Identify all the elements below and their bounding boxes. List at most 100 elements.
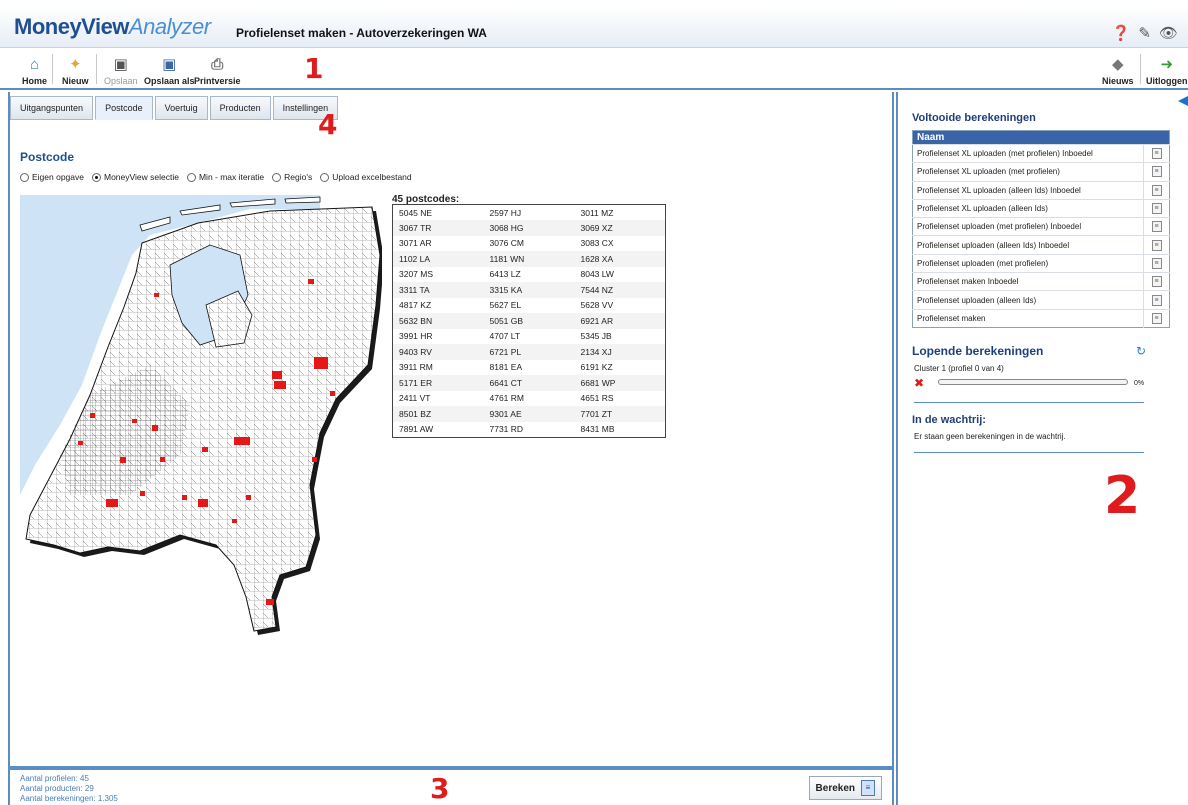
option-regios[interactable]: Regio's	[272, 172, 312, 182]
news-label: Nieuws	[1102, 76, 1134, 86]
option-eigen-opgave[interactable]: Eigen opgave	[20, 172, 84, 182]
option-label: Regio's	[284, 172, 313, 182]
done-row[interactable]: Profielenset XL uploaden (met profielen)…	[912, 162, 1170, 182]
document-icon[interactable]: ≡	[1151, 239, 1162, 251]
toolbar-divider	[96, 54, 97, 84]
running-item: Cluster 1 (profiel 0 van 4)	[914, 364, 1004, 373]
queue-text: Er staan geen berekeningen in de wachtri…	[914, 432, 1066, 441]
radio-button[interactable]	[320, 172, 330, 182]
bereken-button[interactable]: Bereken ≡	[808, 776, 882, 800]
option-upload-excel[interactable]: Upload excelbestand	[320, 172, 412, 182]
radio-button[interactable]	[186, 172, 196, 182]
postcode-row: 1102 LA 1181 WN 1628 XA	[392, 251, 666, 267]
save-icon: ▣	[113, 56, 128, 73]
tab-voertuig[interactable]: Voertuig	[154, 96, 208, 120]
cancel-icon[interactable]: ✖	[914, 376, 924, 390]
column-icon	[1143, 130, 1170, 145]
done-row[interactable]: Profielenset XL uploaden (alleen Ids) ≡	[912, 198, 1170, 218]
home-button[interactable]: ⌂ Home	[22, 50, 47, 86]
document-icon[interactable]: ≡	[1151, 148, 1162, 160]
radio-button[interactable]	[272, 172, 282, 182]
logout-button[interactable]: ➜ Uitloggen	[1146, 50, 1188, 86]
postcode-row: 3071 AR 3076 CM 3083 CX	[393, 236, 666, 252]
done-item-name: Profielenset uploaden (met profielen)	[912, 253, 1144, 273]
column-naam: Naam	[912, 130, 1144, 145]
postcode-cell: 3071 AR	[399, 238, 432, 249]
document-icon[interactable]: ≡	[1151, 312, 1162, 324]
tab-bar: Uitgangspunten Postcode Voertuig Product…	[10, 96, 340, 120]
done-row[interactable]: Profielenset uploaden (met profielen) ≡	[912, 253, 1170, 273]
document-icon[interactable]: ≡	[1151, 184, 1162, 196]
postcode-cell: 6921 AR	[574, 313, 666, 329]
done-row[interactable]: Profielenset uploaden (alleen Ids) ≡	[912, 290, 1170, 310]
logo-text-main: MoneyView	[14, 14, 129, 39]
progress-percent: 0%	[1134, 380, 1145, 387]
stat-profielen: Aantal profielen: 45	[20, 774, 89, 783]
radio-button[interactable]	[20, 172, 29, 182]
postcode-cell: 3067 TR	[392, 220, 484, 236]
done-row[interactable]: Profielenset maken Inboedel ≡	[912, 272, 1170, 291]
radio-button-selected[interactable]	[92, 172, 101, 182]
postcode-cell: 6413 LZ	[489, 269, 521, 280]
postcode-cell: 3991 HR	[399, 331, 433, 342]
news-button[interactable]: ◆ Nieuws	[1102, 50, 1134, 86]
done-item-name: Profielenset uploaden (alleen Ids)	[912, 290, 1144, 310]
document-icon[interactable]: ≡	[1151, 257, 1162, 269]
document-cell: ≡	[1143, 308, 1170, 328]
document-icon[interactable]: ≡	[1151, 166, 1162, 178]
logo-text-accent: Analyzer	[128, 14, 211, 39]
postcode-table: 5045 NE 2597 HJ 3011 MZ 3067 TR 3068 HG 3069 …	[392, 204, 666, 438]
document-cell: ≡	[1143, 198, 1170, 218]
option-moneyview-selectie[interactable]: MoneyView selectie	[92, 172, 179, 182]
postcode-cell: 4707 LT	[489, 331, 521, 342]
postcode-cell: 9403 RV	[392, 344, 484, 360]
postcode-cell: 4651 RS	[580, 393, 614, 404]
postcode-cell: 3069 XZ	[574, 220, 666, 236]
document-cell: ≡	[1143, 235, 1170, 255]
done-item-name: Profielenset XL uploaden (alleen Ids) In…	[912, 180, 1144, 200]
document-icon[interactable]: ≡	[1151, 221, 1162, 233]
tools-icon[interactable]: ✎	[1138, 24, 1151, 42]
print-button[interactable]: ⎙ Printversie	[194, 50, 241, 86]
postcode-row: 3991 HR 4707 LT 5345 JB	[393, 329, 666, 345]
postcode-cell: 2597 HJ	[489, 207, 522, 218]
new-label: Nieuw	[62, 76, 89, 86]
done-calculations-title: Voltooide berekeningen	[912, 112, 1036, 124]
postcode-row: 3911 RM 8181 EA 6191 KZ	[393, 360, 666, 376]
help-icon[interactable]: ❓	[1112, 24, 1131, 42]
postcode-cell: 8043 LW	[580, 269, 614, 280]
document-icon[interactable]: ≡	[1151, 276, 1162, 288]
tab-producten[interactable]: Producten	[209, 96, 271, 120]
postcode-row: 7891 AW 7731 RD 8431 MB	[393, 422, 666, 438]
postcode-cell: 5171 ER	[392, 375, 484, 391]
document-icon[interactable]: ≡	[1151, 294, 1162, 306]
postcode-cell: 3311 TA	[392, 282, 484, 298]
tab-uitgangspunten[interactable]: Uitgangspunten	[10, 96, 94, 120]
refresh-icon[interactable]: ↻	[1136, 344, 1146, 358]
postcode-cell: 5345 JB	[580, 331, 612, 342]
eye-icon[interactable]: 👁	[1159, 24, 1178, 42]
postcode-row: 5171 ER 6641 CT 6681 WP	[392, 375, 666, 391]
save-as-button[interactable]: ▣ Opslaan als	[144, 50, 195, 86]
option-label: Eigen opgave	[32, 172, 84, 182]
done-row[interactable]: Profielenset uploaden (met profielen) In…	[912, 217, 1170, 236]
postcode-cell: 9301 AE	[483, 406, 575, 422]
postcode-row: 3311 TA 3315 KA 7544 NZ	[392, 282, 666, 298]
done-row[interactable]: Profielenset uploaden (alleen Ids) Inboe…	[912, 235, 1170, 255]
done-item-name: Profielenset maken	[912, 308, 1144, 328]
done-row[interactable]: Profielenset XL uploaden (met profielen)…	[912, 143, 1170, 163]
app-logo[interactable]: MoneyViewAnalyzer	[14, 14, 211, 40]
document-icon[interactable]: ≡	[1151, 203, 1162, 215]
tab-postcode[interactable]: Postcode	[95, 96, 153, 120]
postcode-cell: 5628 VV	[580, 300, 614, 311]
home-icon: ⌂	[29, 56, 40, 73]
new-button[interactable]: ✦ Nieuw	[62, 50, 89, 86]
done-row[interactable]: Profielenset maken ≡	[912, 308, 1170, 328]
collapse-arrow-icon[interactable]	[1178, 96, 1188, 106]
postcode-cell: 1181 WN	[483, 251, 575, 267]
footer-bar: Aantal profielen: 45 Aantal producten: 2…	[8, 768, 894, 805]
done-row[interactable]: Profielenset XL uploaden (alleen Ids) In…	[912, 180, 1170, 200]
done-calculations-table: Naam Profielenset XL uploaden (met profi…	[912, 130, 1170, 328]
option-min-max-iteratie[interactable]: Min - max iteratie	[186, 172, 264, 182]
save-button[interactable]: ▣ Opslaan	[104, 50, 138, 86]
